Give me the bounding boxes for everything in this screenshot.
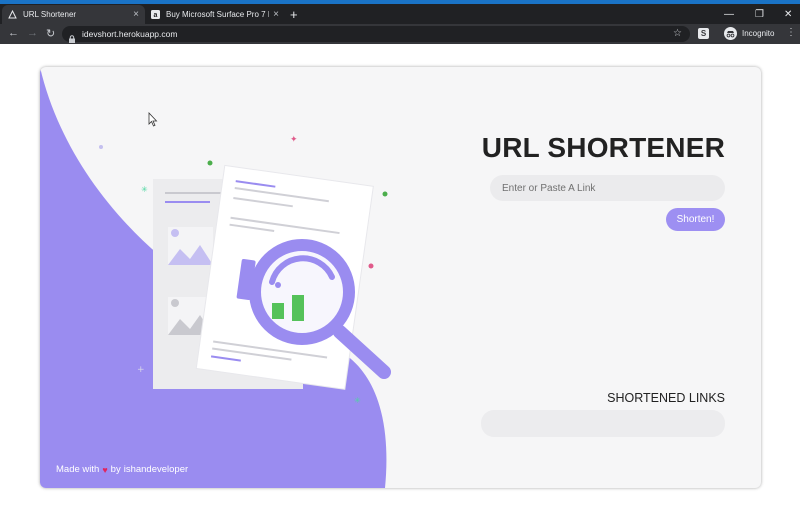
app-title: URL SHORTENER (481, 132, 725, 163)
sparkle-star-icon: ✳ (354, 396, 361, 405)
sparkle-dot (99, 145, 103, 149)
sparkle-plus-icon: + (137, 365, 145, 375)
extension-icon[interactable]: S (698, 28, 709, 39)
sparkle-dot (207, 160, 213, 166)
footer-by: by (110, 464, 121, 475)
mouse-cursor-icon (148, 112, 158, 127)
address-bar[interactable]: idevshort.herokuapp.com ☆ (62, 26, 690, 43)
tab-microsoft-surface[interactable]: a Buy Microsoft Surface Pro 7 M1... × (145, 5, 285, 24)
app-favicon-icon (8, 10, 17, 19)
menu-icon[interactable]: ⋮ (786, 27, 796, 38)
profile-button[interactable]: Incognito (724, 27, 774, 40)
svg-text:a: a (154, 12, 158, 19)
lock-icon (68, 30, 76, 43)
sparkle-dot (368, 263, 374, 269)
app-card: ✦ ✳ + ✳ URL SHORTENER Enter or Paste A L… (40, 67, 761, 488)
address-text: idevshort.herokuapp.com (82, 29, 178, 39)
close-window-button[interactable]: ✕ (784, 9, 792, 20)
sparkle-star-icon: ✦ (290, 135, 298, 145)
profile-label: Incognito (742, 29, 775, 38)
author-link[interactable]: ishandeveloper (124, 464, 188, 475)
minimize-button[interactable]: — (724, 9, 734, 20)
reload-button[interactable]: ↻ (46, 27, 55, 40)
new-tab-button[interactable]: + (290, 8, 298, 21)
page-content: ✦ ✳ + ✳ URL SHORTENER Enter or Paste A L… (0, 44, 800, 509)
tab-close-icon[interactable]: × (133, 9, 139, 20)
incognito-icon (724, 27, 737, 40)
amazon-favicon-icon: a (151, 10, 160, 19)
forward-button[interactable]: → (27, 27, 38, 39)
footer-credit: Made with ♥ by ishandeveloper (56, 464, 188, 475)
shortened-links-heading: SHORTENED LINKS (607, 391, 725, 405)
bookmark-star-icon[interactable]: ☆ (673, 28, 682, 39)
tab-close-icon[interactable]: × (273, 9, 279, 20)
shorten-button[interactable]: Shorten! (666, 208, 725, 231)
link-input[interactable] (490, 175, 725, 201)
shortened-links-list (481, 410, 725, 437)
tab-title: URL Shortener (23, 10, 77, 19)
browser-toolbar: ← → ↻ idevshort.herokuapp.com ☆ S Incogn… (0, 24, 800, 44)
back-button[interactable]: ← (8, 27, 19, 39)
footer-made-with: Made with (56, 464, 100, 475)
sparkle-dot (382, 191, 388, 197)
restore-button[interactable]: ❐ (755, 9, 764, 20)
sparkle-star-icon: ✳ (141, 185, 148, 194)
heart-icon: ♥ (102, 464, 108, 475)
tab-strip: URL Shortener × a Buy Microsoft Surface … (0, 4, 800, 24)
tab-title: Buy Microsoft Surface Pro 7 M1... (166, 10, 269, 19)
tab-url-shortener[interactable]: URL Shortener × (2, 5, 145, 24)
